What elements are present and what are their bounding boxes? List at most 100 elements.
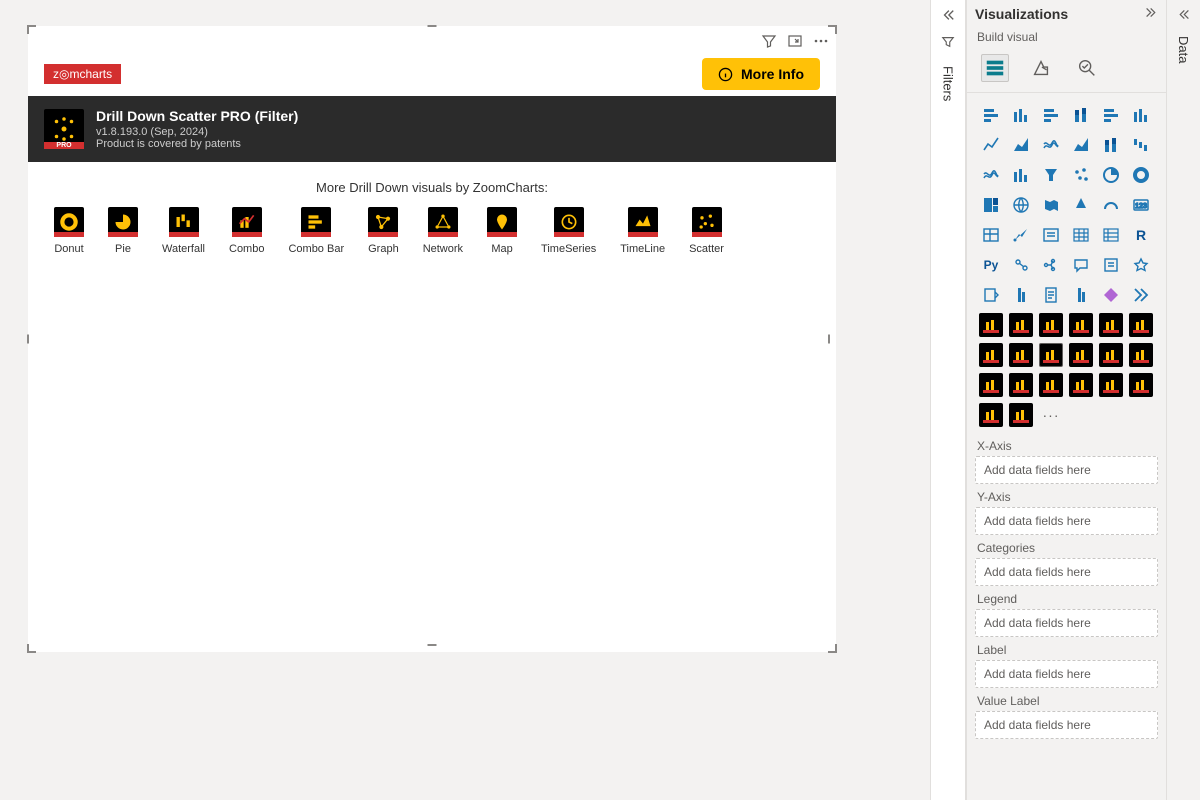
viz-type-icon[interactable]	[1009, 163, 1033, 187]
resize-handle-middle-right[interactable]	[828, 335, 837, 344]
custom-visual-pro[interactable]	[1099, 343, 1123, 367]
custom-visual-pro[interactable]	[1039, 343, 1063, 367]
viz-type-icon[interactable]	[1069, 283, 1093, 307]
viz-type-icon[interactable]	[1039, 193, 1063, 217]
viz-type-icon[interactable]	[1129, 133, 1153, 157]
viz-type-icon[interactable]: 123	[1129, 193, 1153, 217]
custom-visual-pro[interactable]	[1039, 373, 1063, 397]
custom-visual-pro[interactable]	[1099, 373, 1123, 397]
gallery-item-donut[interactable]: Donut	[54, 207, 84, 255]
tab-format[interactable]	[1027, 54, 1055, 82]
viz-type-icon[interactable]	[979, 133, 1003, 157]
custom-visual-pro[interactable]	[1129, 313, 1153, 337]
viz-type-icon[interactable]	[979, 163, 1003, 187]
custom-visual-pro[interactable]	[979, 313, 1003, 337]
filters-funnel-icon[interactable]	[941, 35, 955, 52]
viz-type-icon[interactable]	[1039, 133, 1063, 157]
custom-visual-pro[interactable]	[1069, 373, 1093, 397]
tab-analytics[interactable]	[1073, 54, 1101, 82]
more-options-icon[interactable]	[812, 32, 830, 50]
field-well-dropzone-legend[interactable]: Add data fields here	[975, 609, 1158, 637]
more-info-button[interactable]: More Info	[702, 58, 820, 90]
field-well-dropzone-categories[interactable]: Add data fields here	[975, 558, 1158, 586]
gallery-item-combo[interactable]: Combo	[229, 207, 264, 255]
viz-type-icon[interactable]	[1009, 133, 1033, 157]
viz-type-icon[interactable]	[1099, 133, 1123, 157]
gallery-item-combo-bar[interactable]: Combo Bar	[288, 207, 344, 255]
custom-visual-pro[interactable]	[1069, 343, 1093, 367]
viz-type-icon[interactable]	[1069, 163, 1093, 187]
field-well-dropzone-y-axis[interactable]: Add data fields here	[975, 507, 1158, 535]
custom-visual-pro[interactable]	[1099, 313, 1123, 337]
viz-type-icon[interactable]: Py	[979, 253, 1003, 277]
viz-type-icon[interactable]	[1009, 223, 1033, 247]
gallery-item-timeseries[interactable]: TimeSeries	[541, 207, 596, 255]
resize-handle-top-left[interactable]	[27, 25, 36, 34]
resize-handle-bottom-left[interactable]	[27, 644, 36, 653]
resize-handle-middle-top[interactable]	[428, 25, 437, 34]
resize-handle-bottom-right[interactable]	[828, 644, 837, 653]
gallery-item-network[interactable]: Network	[423, 207, 463, 255]
viz-type-icon[interactable]	[1129, 103, 1153, 127]
viz-type-icon[interactable]	[1069, 193, 1093, 217]
viz-type-icon[interactable]	[1069, 103, 1093, 127]
viz-type-icon[interactable]	[1039, 223, 1063, 247]
custom-visual-pro[interactable]	[1129, 343, 1153, 367]
viz-type-icon[interactable]	[979, 283, 1003, 307]
visualizations-collapse-icon[interactable]	[1145, 6, 1158, 22]
focus-mode-icon[interactable]	[786, 32, 804, 50]
get-more-visuals[interactable]: ···	[1039, 403, 1063, 427]
viz-type-icon[interactable]	[1039, 163, 1063, 187]
viz-type-icon[interactable]	[1099, 193, 1123, 217]
custom-visual-pro[interactable]	[1009, 343, 1033, 367]
filter-icon[interactable]	[760, 32, 778, 50]
filters-expand-icon[interactable]	[941, 8, 955, 25]
viz-type-icon[interactable]	[1129, 283, 1153, 307]
custom-visual-pro[interactable]	[979, 403, 1003, 427]
viz-type-icon[interactable]	[1099, 283, 1123, 307]
viz-type-icon[interactable]	[1099, 253, 1123, 277]
viz-type-icon[interactable]	[979, 223, 1003, 247]
custom-visual-pro[interactable]	[979, 373, 1003, 397]
gallery-item-timeline[interactable]: TimeLine	[620, 207, 665, 255]
viz-type-icon[interactable]	[1039, 283, 1063, 307]
viz-type-icon[interactable]	[1009, 193, 1033, 217]
gallery-item-graph[interactable]: Graph	[368, 207, 399, 255]
field-well-dropzone-value-label[interactable]: Add data fields here	[975, 711, 1158, 739]
custom-visual-pro[interactable]	[1009, 403, 1033, 427]
resize-handle-middle-left[interactable]	[27, 335, 36, 344]
viz-type-icon[interactable]	[979, 193, 1003, 217]
field-well-dropzone-label[interactable]: Add data fields here	[975, 660, 1158, 688]
field-well-label: Label	[975, 643, 1158, 657]
custom-visual-pro[interactable]	[1069, 313, 1093, 337]
viz-type-icon[interactable]	[1099, 223, 1123, 247]
gallery-item-map[interactable]: Map	[487, 207, 517, 255]
viz-type-icon[interactable]	[1009, 103, 1033, 127]
viz-type-icon[interactable]	[1009, 253, 1033, 277]
field-well-dropzone-x-axis[interactable]: Add data fields here	[975, 456, 1158, 484]
viz-type-icon[interactable]	[1099, 163, 1123, 187]
viz-type-icon[interactable]	[1039, 103, 1063, 127]
viz-type-icon[interactable]	[1099, 103, 1123, 127]
viz-type-icon[interactable]	[1069, 253, 1093, 277]
custom-visual-pro[interactable]	[1039, 313, 1063, 337]
gallery-item-scatter[interactable]: Scatter	[689, 207, 724, 255]
custom-visual-pro[interactable]	[1009, 373, 1033, 397]
tab-fields[interactable]	[981, 54, 1009, 82]
custom-visual-pro[interactable]	[1129, 373, 1153, 397]
custom-visual-container[interactable]: z◎mcharts More Info PRO Drill Down Scatt…	[28, 26, 836, 652]
gallery-item-pie[interactable]: Pie	[108, 207, 138, 255]
viz-type-icon[interactable]	[1009, 283, 1033, 307]
viz-type-icon[interactable]	[1129, 253, 1153, 277]
viz-type-icon[interactable]: R	[1129, 223, 1153, 247]
viz-type-icon[interactable]	[1069, 133, 1093, 157]
custom-visual-pro[interactable]	[1009, 313, 1033, 337]
viz-type-icon[interactable]	[979, 103, 1003, 127]
custom-visual-pro[interactable]	[979, 343, 1003, 367]
resize-handle-middle-bottom[interactable]	[428, 644, 437, 653]
data-expand-icon[interactable]	[1177, 8, 1190, 24]
viz-type-icon[interactable]	[1129, 163, 1153, 187]
viz-type-icon[interactable]	[1069, 223, 1093, 247]
gallery-item-waterfall[interactable]: Waterfall	[162, 207, 205, 255]
viz-type-icon[interactable]	[1039, 253, 1063, 277]
